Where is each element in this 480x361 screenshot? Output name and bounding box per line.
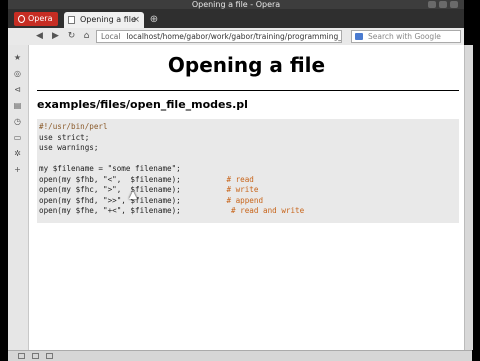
code-line	[39, 154, 304, 165]
screen: Opening a file - Opera Opera Opening a f…	[0, 0, 480, 361]
code-line: use warnings;	[39, 143, 304, 154]
code-line: use strict;	[39, 133, 304, 144]
address-prefix: Local	[101, 32, 121, 41]
side-panel: ★ ◎ ⊲ ▤ ◷ ▭ ✲ +	[8, 45, 29, 350]
search-engine-icon[interactable]	[355, 33, 363, 40]
opera-menu-button[interactable]: Opera	[14, 12, 58, 26]
code-text: use warnings;	[39, 143, 99, 152]
view-icon[interactable]	[46, 353, 53, 359]
page-content: Opening a file examples/files/open_file_…	[29, 45, 464, 350]
window-controls	[428, 1, 458, 8]
file-path-heading: examples/files/open_file_modes.pl	[37, 98, 248, 111]
code-comment: # read	[226, 174, 254, 184]
settings-icon[interactable]: ✲	[13, 149, 22, 158]
window-titlebar: Opening a file - Opera	[8, 0, 464, 9]
code-comment: # append	[226, 195, 264, 205]
url-text: localhost/home/gabor/work/gabor/training…	[126, 32, 342, 41]
code-comment: # read and write	[226, 206, 305, 215]
close-tab-icon[interactable]: ×	[132, 12, 140, 28]
code-line: my $filename = "some filename";	[39, 164, 304, 175]
minimize-button[interactable]	[428, 1, 436, 8]
scrollbar[interactable]	[464, 45, 473, 350]
code-listing: #!/usr/bin/perl use strict; use warnings; …	[39, 122, 304, 217]
code-text: #!/usr/bin/perl	[39, 122, 108, 131]
add-panel-icon[interactable]: +	[13, 165, 22, 174]
search-field[interactable]: Search with Google	[351, 30, 461, 43]
code-text: open(my $fhe, "+<", $filename);	[39, 206, 227, 215]
code-line: open(my $fhc, ">", $filename); # write	[39, 185, 304, 196]
code-line: open(my $fhb, "<", $filename); # read	[39, 175, 304, 186]
opera-menu-label: Opera	[28, 14, 53, 23]
panel-toggle-icon[interactable]	[18, 353, 25, 359]
maximize-button[interactable]	[439, 1, 447, 8]
code-text: my $filename = "some filename";	[39, 164, 181, 173]
tab-bar: Opera Opening a file × ⊕	[8, 9, 464, 28]
reload-icon[interactable]: ↻	[66, 31, 77, 42]
title-divider	[37, 90, 459, 91]
search-placeholder: Search with Google	[368, 32, 441, 41]
address-field[interactable]: Local localhost/home/gabor/work/gabor/tra…	[96, 30, 342, 43]
code-line: open(my $fhe, "+<", $filename); # read a…	[39, 206, 304, 217]
code-comment: # write	[226, 185, 259, 194]
share-icon[interactable]: ⊲	[13, 85, 22, 94]
code-text: open(my $fhb, "<", $filename);	[39, 174, 227, 184]
code-text: use strict;	[39, 132, 90, 142]
opera-logo-icon	[18, 15, 25, 23]
speed-dial-icon[interactable]: ◎	[13, 69, 22, 78]
new-tab-button[interactable]: ⊕	[148, 14, 160, 26]
forward-arrow-icon[interactable]: ▶	[50, 31, 61, 42]
window-title: Opening a file - Opera	[191, 0, 281, 9]
code-line: #!/usr/bin/perl	[39, 122, 304, 133]
page-title: Opening a file	[167, 53, 326, 77]
status-bar	[8, 350, 472, 361]
history-icon[interactable]: ◷	[13, 117, 22, 126]
page-icon[interactable]	[32, 353, 39, 359]
bookmarks-star-icon[interactable]: ★	[13, 53, 22, 62]
mouse-pointer-icon	[129, 191, 137, 199]
notes-icon[interactable]: ▤	[13, 101, 22, 110]
downloads-icon[interactable]: ▭	[13, 133, 22, 142]
address-toolbar: ◀ ▶ ↻ ⌂ Local localhost/home/gabor/work/g…	[8, 28, 464, 46]
code-line: open(my $fhd, ">>", $filename); # append	[39, 196, 304, 207]
home-icon[interactable]: ⌂	[81, 31, 92, 42]
page-icon	[68, 16, 75, 24]
tab-opening-a-file[interactable]: Opening a file ×	[64, 12, 144, 28]
back-arrow-icon[interactable]: ◀	[34, 31, 45, 42]
code-block: #!/usr/bin/perl use strict; use warnings; …	[37, 119, 459, 223]
close-window-button[interactable]	[450, 1, 458, 8]
tab-title: Opening a file	[80, 15, 136, 24]
